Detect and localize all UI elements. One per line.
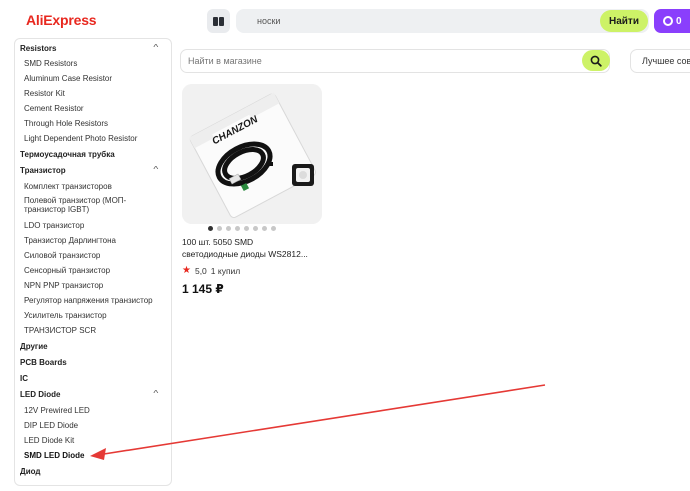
sidebar-category[interactable]: Диод	[20, 467, 40, 476]
category-sidebar: Resistors ^ SMD Resistors Aluminum Case Res…	[14, 38, 172, 486]
sidebar-subcategory[interactable]: Aluminum Case Resistor	[24, 74, 112, 83]
image-carousel-dots	[208, 226, 276, 231]
sidebar-category[interactable]: PCB Boards	[20, 358, 67, 367]
sidebar-category[interactable]: Термоусадочная трубка	[20, 150, 115, 159]
sidebar-subcategory[interactable]: Resistor Kit	[24, 89, 65, 98]
sidebar-subcategory[interactable]: LDO транзистор	[24, 221, 84, 230]
sidebar-category[interactable]: IC	[20, 374, 28, 383]
sidebar-subcategory[interactable]: Силовой транзистор	[24, 251, 100, 260]
sort-select[interactable]: Лучшее совп	[630, 49, 690, 73]
sidebar-category[interactable]: Другие	[20, 342, 48, 351]
store-search-button[interactable]	[582, 50, 610, 71]
sidebar-subcategory[interactable]: SMD Resistors	[24, 59, 77, 68]
sidebar-subcategory[interactable]: LED Diode Kit	[24, 436, 74, 445]
carousel-dot[interactable]	[217, 226, 222, 231]
catalog-book-icon	[213, 16, 224, 26]
carousel-dot[interactable]	[235, 226, 240, 231]
coins-count: 0	[676, 15, 682, 27]
carousel-dot[interactable]	[262, 226, 267, 231]
sidebar-subcategory[interactable]: Усилитель транзистор	[24, 311, 107, 320]
carousel-dot[interactable]	[208, 226, 213, 231]
sidebar-subcategory[interactable]: Cement Resistor	[24, 104, 84, 113]
aliexpress-logo[interactable]: AliExpress	[26, 12, 97, 28]
carousel-dot[interactable]	[244, 226, 249, 231]
sidebar-category[interactable]: Resistors	[20, 44, 56, 53]
store-search-box	[180, 49, 610, 73]
sidebar-subcategory[interactable]: Сенсорный транзистор	[24, 266, 110, 275]
sidebar-subcategory[interactable]: транзистор IGBT)	[24, 205, 89, 214]
carousel-dot[interactable]	[271, 226, 276, 231]
global-search-box	[236, 9, 649, 33]
sidebar-subcategory[interactable]: Полевой транзистор (МОП-	[24, 196, 126, 205]
carousel-dot[interactable]	[226, 226, 231, 231]
sidebar-subcategory[interactable]: SMD LED Diode	[24, 451, 84, 460]
sidebar-subcategory[interactable]: NPN PNP транзистор	[24, 281, 103, 290]
search-button[interactable]: Найти	[600, 10, 648, 32]
global-search-input[interactable]	[236, 9, 596, 33]
top-header: AliExpress Найти 0	[0, 0, 690, 42]
chevron-up-icon[interactable]: ^	[153, 389, 158, 398]
sidebar-subcategory[interactable]: Light Dependent Photo Resistor	[24, 134, 137, 143]
sidebar-subcategory[interactable]: Транзистор Дарлингтона	[24, 236, 116, 245]
sold-count: 1 купил	[210, 265, 241, 276]
product-price: 1 145 ₽	[182, 282, 224, 296]
product-title[interactable]: 100 шт. 5050 SMD светодиодные диоды WS28…	[182, 236, 322, 260]
sidebar-subcategory[interactable]: Through Hole Resistors	[24, 119, 108, 128]
sidebar-category[interactable]: Транзистор	[20, 166, 66, 175]
rating-value: 5,0	[194, 265, 207, 276]
sidebar-subcategory[interactable]: Комплект транзисторов	[24, 182, 112, 191]
product-image[interactable]: CHANZON	[182, 84, 322, 224]
chevron-up-icon[interactable]: ^	[153, 165, 158, 174]
catalog-button[interactable]	[207, 9, 230, 33]
sidebar-subcategory[interactable]: DIP LED Diode	[24, 421, 78, 430]
coins-button[interactable]: 0	[654, 9, 690, 33]
chevron-up-icon[interactable]: ^	[153, 43, 158, 52]
sidebar-subcategory[interactable]: 12V Prewired LED	[24, 406, 90, 415]
carousel-dot[interactable]	[253, 226, 258, 231]
coin-icon	[663, 16, 673, 26]
sidebar-subcategory[interactable]: ТРАНЗИСТОР SCR	[24, 326, 96, 335]
search-icon	[590, 55, 602, 67]
led-strip-package-image: CHANZON	[182, 84, 322, 224]
product-rating: ★ 5,0 1 купил	[182, 265, 240, 276]
store-search-input[interactable]	[181, 50, 576, 72]
sidebar-category[interactable]: LED Diode	[20, 390, 60, 399]
sidebar-subcategory[interactable]: Регулятор напряжения транзистор	[24, 296, 153, 305]
star-icon: ★	[182, 265, 191, 276]
